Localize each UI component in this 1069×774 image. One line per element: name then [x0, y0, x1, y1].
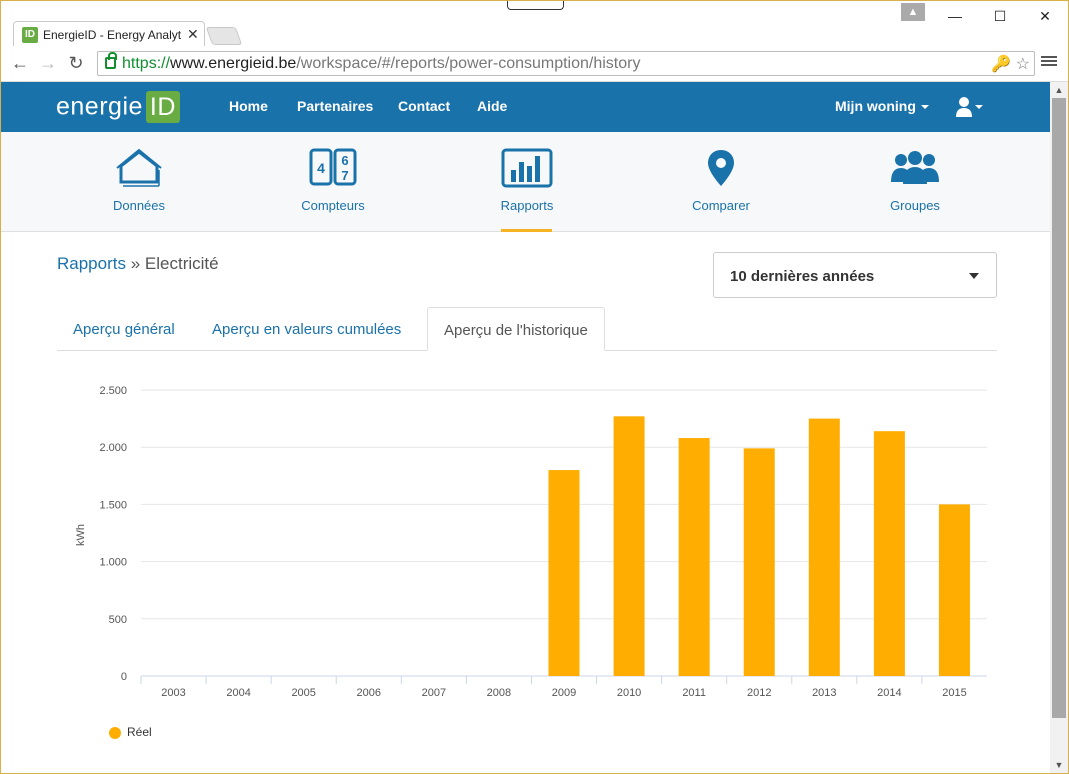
meter-icon: 4 6 7: [309, 148, 357, 186]
map-pin-icon: [708, 150, 734, 186]
site-navbar: energie ID Home Partenaires Contact Aide …: [1, 82, 1050, 132]
meter-digit: 6: [341, 153, 348, 168]
x-tick-label: 2010: [617, 687, 641, 699]
y-axis-label: kWh: [75, 524, 87, 546]
account-dropdown[interactable]: Mijn woning: [835, 98, 929, 114]
bar-2011[interactable]: [678, 438, 710, 676]
legend-label: Réel: [127, 725, 152, 739]
bar-2009[interactable]: [548, 470, 580, 676]
x-tick-label: 2005: [291, 687, 315, 699]
new-tab-button[interactable]: [205, 27, 243, 45]
tab-valeurs-cumulees[interactable]: Aperçu en valeurs cumulées: [196, 307, 417, 351]
subnav-label: Groupes: [890, 198, 940, 213]
x-tick-label: 2004: [226, 687, 250, 699]
x-tick-label: 2003: [161, 687, 185, 699]
x-tick-label: 2013: [812, 687, 836, 699]
energieid-logo[interactable]: energie ID: [56, 91, 180, 123]
chart-legend[interactable]: Réel: [109, 725, 152, 739]
subnav-donnees[interactable]: Données: [69, 132, 209, 232]
x-tick-label: 2008: [487, 687, 511, 699]
subnav-groupes[interactable]: Groupes: [845, 132, 985, 232]
browser-toolbar: ← → ↻ https://www.energieid.be/workspace…: [1, 46, 1068, 82]
chevron-down-icon: [920, 105, 929, 110]
period-select[interactable]: 10 dernières années: [713, 252, 997, 298]
legend-swatch: [109, 726, 121, 739]
meter-digit: 7: [341, 168, 348, 183]
x-tick-label: 2012: [747, 687, 771, 699]
scrollbar[interactable]: ▲ ▼: [1050, 82, 1068, 773]
consumption-chart: 0 500 1.000 1.500 2.000 2.500 2003 2004 2005 2006…: [75, 385, 987, 699]
bar-2015[interactable]: [938, 504, 970, 676]
maximize-button[interactable]: ☐: [989, 6, 1011, 26]
subnav-compteurs[interactable]: 4 6 7 Compteurs: [263, 132, 403, 232]
y-tick-label: 500: [109, 614, 127, 626]
house-icon: [116, 148, 162, 187]
url-text: https://www.energieid.be/workspace/#/rep…: [122, 55, 641, 72]
nav-contact[interactable]: Contact: [398, 98, 450, 114]
subnav-rapports[interactable]: Rapports: [457, 132, 597, 232]
window-notch: [507, 1, 564, 10]
scroll-down-icon[interactable]: ▼: [1050, 757, 1068, 773]
breadcrumb-separator: »: [130, 254, 141, 273]
x-tick-label: 2014: [877, 687, 901, 699]
y-tick-label: 2.500: [99, 385, 127, 397]
subnav-label: Compteurs: [301, 198, 365, 213]
browser-tab[interactable]: ID EnergieID - Energy Analyt ✕: [13, 21, 205, 46]
account-label: Mijn woning: [835, 98, 916, 114]
bar-chart-icon: [501, 148, 553, 188]
tab-close-icon[interactable]: ✕: [187, 26, 199, 43]
close-window-button[interactable]: ✕: [1034, 6, 1056, 26]
tab-apercu-general[interactable]: Aperçu général: [57, 307, 191, 351]
lock-icon: [105, 52, 117, 69]
back-icon[interactable]: ←: [9, 52, 31, 74]
period-select-value: 10 dernières années: [730, 268, 875, 285]
subnav-label: Comparer: [692, 198, 750, 213]
subnav-label: Rapports: [500, 198, 554, 213]
section-subnav: Données 4 6 7 Compteurs Rapports Compare…: [1, 132, 1050, 232]
bookmark-star-icon[interactable]: 🔑 ☆: [991, 54, 1030, 74]
browser-window: ID EnergieID - Energy Analyt ✕ ▲ — ☐ ✕ ←…: [0, 0, 1069, 774]
reload-icon[interactable]: ↻: [65, 52, 87, 74]
bar-2013[interactable]: [808, 418, 840, 676]
nav-home[interactable]: Home: [229, 98, 268, 114]
profile-icon[interactable]: ▲: [901, 3, 925, 21]
x-tick-label: 2015: [942, 687, 966, 699]
address-bar[interactable]: https://www.energieid.be/workspace/#/rep…: [97, 51, 1035, 76]
breadcrumb-current: Electricité: [144, 254, 219, 273]
x-tick-label: 2006: [357, 687, 381, 699]
x-tick-label: 2009: [552, 687, 576, 699]
page: energie ID Home Partenaires Contact Aide …: [1, 82, 1050, 773]
user-menu[interactable]: [956, 96, 986, 118]
favicon-icon: ID: [22, 27, 38, 43]
minimize-button[interactable]: —: [944, 6, 966, 26]
tab-historique[interactable]: Aperçu de l'historique: [427, 307, 605, 351]
breadcrumb-link[interactable]: Rapports: [57, 254, 126, 273]
subnav-comparer[interactable]: Comparer: [651, 132, 791, 232]
subnav-label: Données: [112, 198, 166, 213]
nav-aide[interactable]: Aide: [477, 98, 507, 114]
user-icon: [956, 97, 983, 117]
bar-2014[interactable]: [873, 431, 905, 676]
y-tick-label: 1.000: [99, 557, 127, 569]
y-tick-label: 2.000: [99, 442, 127, 454]
bar-2012[interactable]: [743, 448, 775, 676]
active-section-indicator: [501, 229, 552, 232]
y-tick-label: 1.500: [99, 499, 127, 511]
scroll-thumb[interactable]: [1052, 98, 1066, 718]
report-tabs: Aperçu général Aperçu en valeurs cumulée…: [57, 307, 997, 351]
browser-menu-icon[interactable]: [1041, 54, 1057, 70]
caret-down-icon: [969, 273, 979, 279]
y-tick-label: 0: [121, 671, 127, 683]
x-tick-label: 2011: [682, 687, 706, 699]
x-tick-label: 2007: [422, 687, 446, 699]
title-bar: ID EnergieID - Energy Analyt ✕ ▲ — ☐ ✕: [1, 1, 1068, 46]
group-icon: [891, 151, 939, 184]
meter-digit: 4: [317, 160, 325, 176]
breadcrumb: Rapports » Electricité: [57, 254, 219, 274]
scroll-up-icon[interactable]: ▲: [1050, 82, 1068, 98]
forward-icon[interactable]: →: [37, 52, 59, 74]
nav-partenaires[interactable]: Partenaires: [297, 98, 373, 114]
tab-title: EnergieID - Energy Analyt: [43, 28, 182, 42]
bar-2010[interactable]: [613, 416, 645, 676]
